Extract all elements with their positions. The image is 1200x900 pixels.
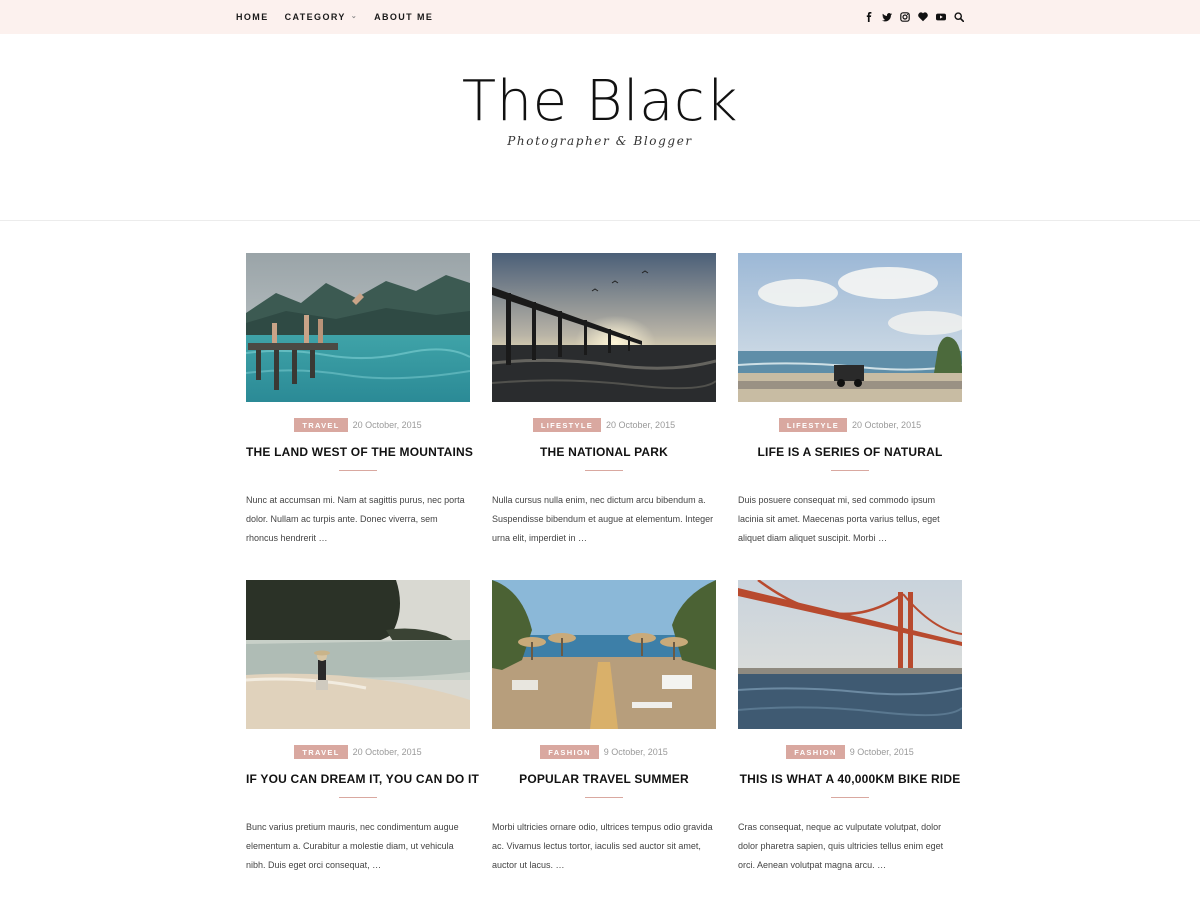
post-title[interactable]: LIFE IS A SERIES OF NATURAL [738,444,962,460]
nav-item-label: CATEGORY [284,12,346,22]
facebook-icon[interactable] [864,12,874,22]
post-date: 9 October, 2015 [849,747,914,757]
post-card: FASHION 9 October, 2015 POPULAR TRAVEL S… [492,580,716,875]
site-tagline: Photographer & Blogger [507,134,693,148]
nav-item-home[interactable]: HOME [236,12,269,22]
title-divider [831,470,869,471]
category-badge[interactable]: TRAVEL [294,745,348,759]
nav-item-label: HOME [236,12,269,22]
twitter-icon[interactable] [882,12,892,22]
site-title[interactable]: The Black [0,72,1200,132]
post-title[interactable]: THE LAND WEST OF THE MOUNTAINS [246,444,473,460]
post-card: TRAVEL 20 October, 2015 IF YOU CAN DREAM… [246,580,479,875]
main-nav: HOME CATEGORY ⌄ ABOUT ME [236,0,449,34]
post-excerpt: Cras consequat, neque ac vulputate volut… [738,822,944,870]
social-links [856,0,964,34]
post-title[interactable]: THE NATIONAL PARK [492,444,716,460]
nav-item-category[interactable]: CATEGORY ⌄ [285,12,358,22]
top-bar: HOME CATEGORY ⌄ ABOUT ME [0,0,1200,34]
post-date: 20 October, 2015 [352,747,422,757]
post-date: 20 October, 2015 [606,420,676,430]
post-meta: LIFESTYLE 20 October, 2015 [738,418,962,432]
post-title[interactable]: THIS IS WHAT A 40,000KM BIKE RIDE [738,771,962,787]
post-thumbnail[interactable] [492,580,716,729]
title-divider [831,797,869,798]
category-badge[interactable]: FASHION [786,745,845,759]
title-divider [585,470,623,471]
post-thumbnail[interactable] [738,253,962,402]
youtube-icon[interactable] [936,12,946,22]
title-divider [339,470,377,471]
post-meta: TRAVEL 20 October, 2015 [246,418,470,432]
jetty-swimmers-image [246,253,470,402]
post-excerpt: Nunc at accumsan mi. Nam at sagittis pur… [246,495,465,543]
heart-icon[interactable] [918,12,928,22]
coastal-road-jeep-image [738,253,962,402]
post-meta: TRAVEL 20 October, 2015 [246,745,470,759]
nav-item-about-me[interactable]: ABOUT ME [374,12,433,22]
title-divider [585,797,623,798]
category-badge[interactable]: LIFESTYLE [778,418,848,432]
post-excerpt: Morbi ultricies ornare odio, ultrices te… [492,822,713,870]
category-badge[interactable]: FASHION [540,745,599,759]
post-thumbnail[interactable] [738,580,962,729]
category-badge[interactable]: TRAVEL [294,418,348,432]
post-date: 20 October, 2015 [852,420,922,430]
nav-item-label: ABOUT ME [374,12,434,22]
site-header: The Black Photographer & Blogger [0,34,1200,221]
post-excerpt: Nulla cursus nulla enim, nec dictum arcu… [492,495,714,543]
post-card: TRAVEL 20 October, 2015 THE LAND WEST OF… [246,253,473,548]
post-card: LIFESTYLE 20 October, 2015 LIFE IS A SER… [738,253,962,548]
suspension-bridge-image [738,580,962,729]
post-thumbnail[interactable] [246,580,470,729]
beach-boardwalk-image [492,580,716,729]
chevron-down-icon: ⌄ [350,13,359,20]
post-excerpt: Duis posuere consequat mi, sed commodo i… [738,495,940,543]
search-icon[interactable] [954,12,964,22]
instagram-icon[interactable] [900,12,910,22]
pier-sunset-image [492,253,716,402]
post-title[interactable]: IF YOU CAN DREAM IT, YOU CAN DO IT [246,771,479,787]
category-badge[interactable]: LIFESTYLE [532,418,602,432]
post-meta: FASHION 9 October, 2015 [492,745,716,759]
post-thumbnail[interactable] [492,253,716,402]
beach-woman-image [246,580,470,729]
post-card: FASHION 9 October, 2015 THIS IS WHAT A 4… [738,580,962,875]
post-excerpt: Bunc varius pretium mauris, nec condimen… [246,822,459,870]
post-meta: LIFESTYLE 20 October, 2015 [492,418,716,432]
post-thumbnail[interactable] [246,253,470,402]
post-meta: FASHION 9 October, 2015 [738,745,962,759]
title-divider [339,797,377,798]
post-date: 20 October, 2015 [352,420,422,430]
post-title[interactable]: POPULAR TRAVEL SUMMER [492,771,716,787]
post-card: LIFESTYLE 20 October, 2015 THE NATIONAL … [492,253,716,548]
post-date: 9 October, 2015 [603,747,668,757]
